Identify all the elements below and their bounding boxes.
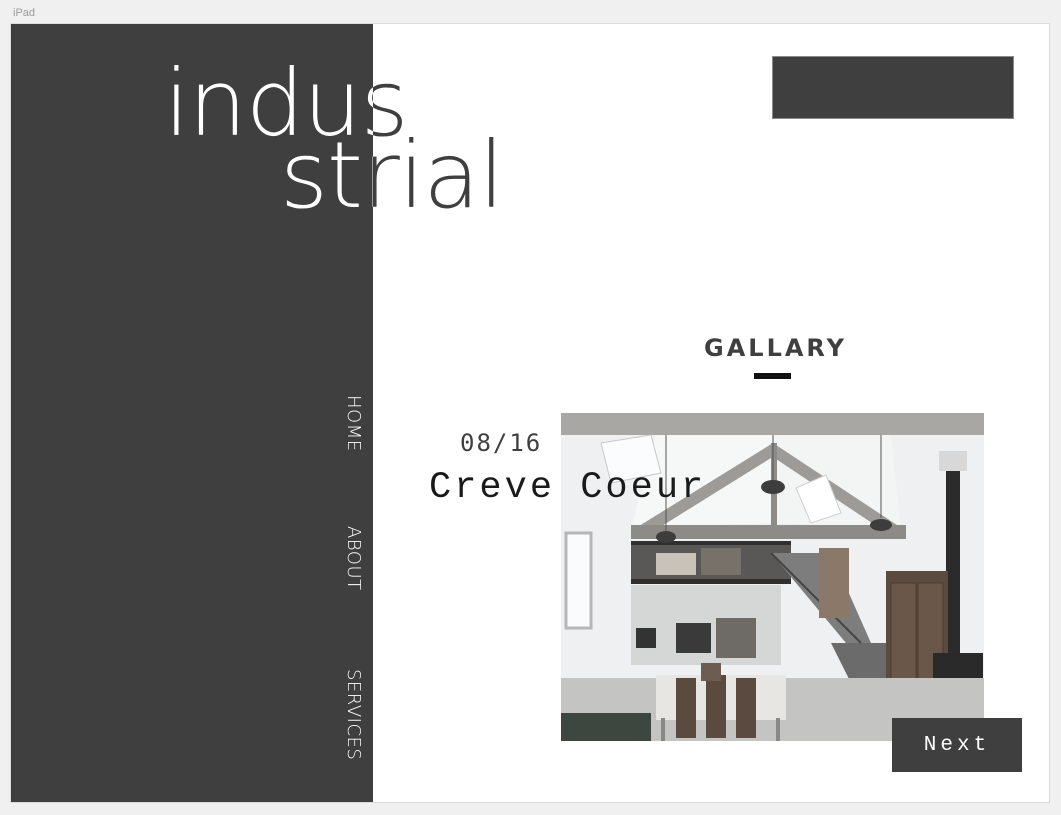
header-dark-block <box>772 56 1014 119</box>
nav-item-home[interactable]: HOME <box>343 395 364 452</box>
device-frame-label: iPad <box>13 7 36 19</box>
title-overlay-clip: indus strial <box>11 24 373 802</box>
gallery-photo <box>561 413 984 741</box>
gallery-heading: GALLARY <box>704 334 847 362</box>
gallery-heading-underline <box>754 373 791 379</box>
nav-item-services[interactable]: SERVICES <box>343 669 364 760</box>
nav-item-about[interactable]: ABOUT <box>343 526 364 591</box>
next-button[interactable]: Next <box>892 718 1022 772</box>
ipad-artboard: indus strial indus strial HOME ABOUT SER… <box>11 24 1049 802</box>
gallery-caption: Creve Coeur <box>429 467 707 509</box>
gallery-date: 08/16 <box>460 429 543 457</box>
title-line-2-overlay: strial <box>280 122 373 229</box>
